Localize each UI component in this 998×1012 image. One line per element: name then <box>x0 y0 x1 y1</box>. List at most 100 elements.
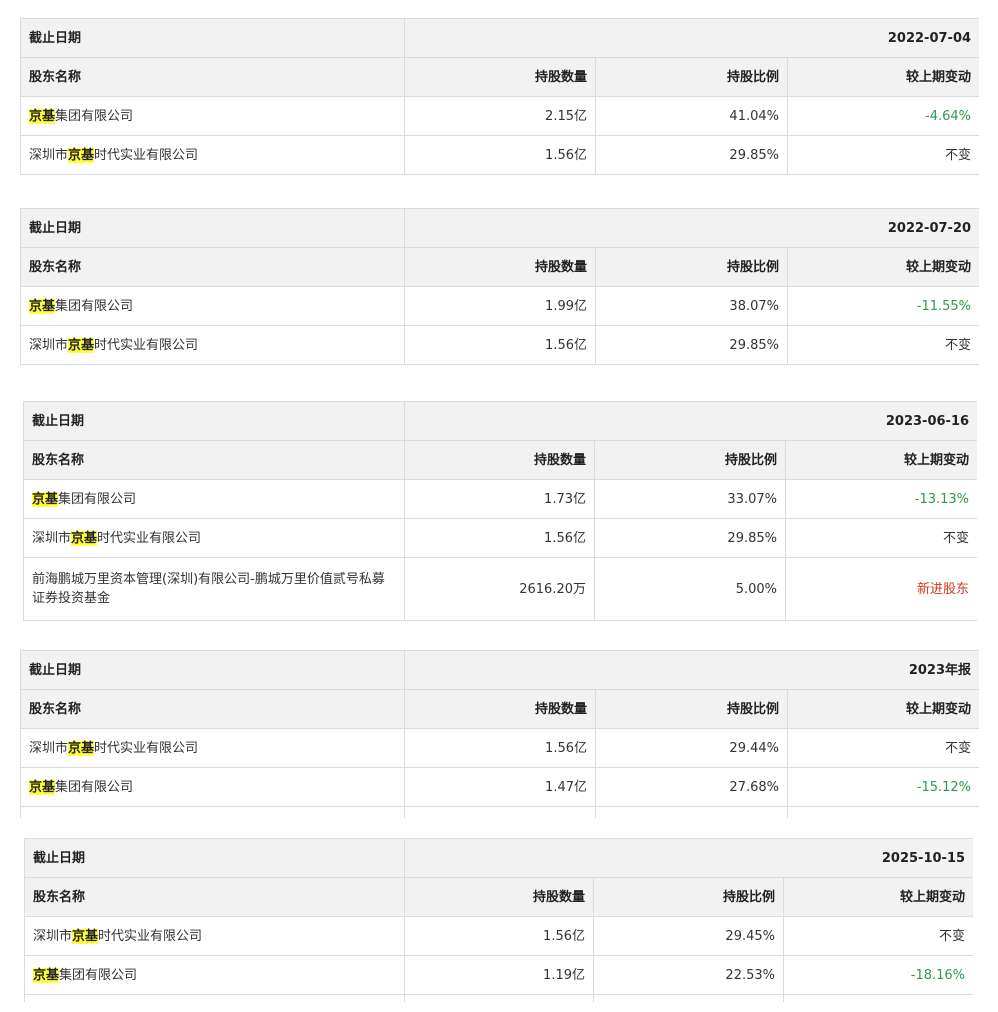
col-header-ratio: 持股比例 <box>595 57 788 97</box>
col-header-ratio: 持股比例 <box>594 440 786 480</box>
empty-cell <box>404 994 594 1002</box>
ratio-cell: 41.04% <box>595 96 788 136</box>
holder-name: 前海鹏城万里资本管理(深圳)有限公司-鹏城万里价值贰号私募证券投资基金 <box>23 557 405 621</box>
change-cell: 新进股东 <box>784 557 977 621</box>
col-header-shares: 持股数量 <box>404 247 596 287</box>
keyword-highlight: 京基 <box>71 530 98 546</box>
date-label: 截止日期 <box>20 208 405 248</box>
keyword-highlight: 京基 <box>68 337 95 353</box>
col-header-holder: 股东名称 <box>24 877 405 917</box>
shares-cell: 1.56亿 <box>404 916 594 956</box>
ratio-cell: 29.45% <box>593 916 784 956</box>
empty-cell <box>782 994 973 1002</box>
ratio-cell: 22.53% <box>593 955 784 995</box>
shareholder-table: 截止日期 2025-10-15 股东名称 持股数量 持股比例 较上期变动 深圳市… <box>24 838 973 1002</box>
holder-name: 深圳市京基时代实业有限公司 <box>20 325 405 365</box>
holder-name: 京基集团有限公司 <box>20 767 405 807</box>
date-value: 2023年报 <box>403 650 979 690</box>
keyword-highlight: 京基 <box>72 928 99 944</box>
holder-name: 京基集团有限公司 <box>20 96 405 136</box>
change-cell: 不变 <box>784 518 977 558</box>
date-label: 截止日期 <box>20 18 405 58</box>
date-label: 截止日期 <box>24 838 405 878</box>
keyword-highlight: 京基 <box>33 967 60 983</box>
col-header-change: 较上期变动 <box>786 57 979 97</box>
change-cell: -15.12% <box>786 767 979 807</box>
table-row: 深圳市京基时代实业有限公司 1.56亿 29.85% 不变 <box>20 325 979 365</box>
empty-cell <box>20 806 405 818</box>
table-row: 深圳市京基时代实业有限公司 1.56亿 29.85% 不变 <box>20 135 979 175</box>
empty-cell <box>595 806 788 818</box>
holder-name: 京基集团有限公司 <box>24 955 405 995</box>
col-header-ratio: 持股比例 <box>595 689 788 729</box>
table-row-clipped <box>24 994 973 1002</box>
ratio-cell: 29.85% <box>594 518 786 558</box>
ratio-cell: 29.44% <box>595 728 788 768</box>
holder-name: 深圳市京基时代实业有限公司 <box>20 728 405 768</box>
empty-cell <box>786 806 979 818</box>
keyword-highlight: 京基 <box>32 491 59 507</box>
holder-name: 京基集团有限公司 <box>20 286 405 326</box>
date-label: 截止日期 <box>23 401 405 441</box>
ratio-cell: 29.85% <box>595 135 788 175</box>
shares-cell: 1.47亿 <box>404 767 596 807</box>
date-label: 截止日期 <box>20 650 405 690</box>
col-header-change: 较上期变动 <box>782 877 973 917</box>
empty-cell <box>404 806 596 818</box>
table-row: 京基集团有限公司 1.73亿 33.07% -13.13% <box>23 479 977 519</box>
shares-cell: 1.19亿 <box>404 955 594 995</box>
change-cell: -18.16% <box>782 955 973 995</box>
date-value: 2023-06-16 <box>403 401 977 441</box>
holder-name: 京基集团有限公司 <box>23 479 405 519</box>
shares-cell: 1.56亿 <box>404 518 595 558</box>
ratio-cell: 5.00% <box>594 557 786 621</box>
change-cell: 不变 <box>786 135 979 175</box>
shares-cell: 1.56亿 <box>404 135 596 175</box>
keyword-highlight: 京基 <box>68 147 95 163</box>
change-cell: -11.55% <box>786 286 979 326</box>
date-value: 2022-07-20 <box>403 208 979 248</box>
col-header-change: 较上期变动 <box>784 440 977 480</box>
empty-cell <box>593 994 784 1002</box>
keyword-highlight: 京基 <box>29 298 56 314</box>
col-header-ratio: 持股比例 <box>593 877 784 917</box>
table-row: 京基集团有限公司 2.15亿 41.04% -4.64% <box>20 96 979 136</box>
table-row: 深圳市京基时代实业有限公司 1.56亿 29.44% 不变 <box>20 728 979 768</box>
change-cell: -13.13% <box>784 479 977 519</box>
change-cell: 不变 <box>786 728 979 768</box>
col-header-holder: 股东名称 <box>23 440 405 480</box>
col-header-holder: 股东名称 <box>20 689 405 729</box>
table-row-clipped <box>20 806 979 818</box>
date-value: 2022-07-04 <box>403 18 979 58</box>
table-row: 深圳市京基时代实业有限公司 1.56亿 29.85% 不变 <box>23 518 977 558</box>
change-cell: 不变 <box>782 916 973 956</box>
shareholder-table: 截止日期 2022-07-20 股东名称 持股数量 持股比例 较上期变动 京基集… <box>20 208 979 365</box>
shareholder-table: 截止日期 2023年报 股东名称 持股数量 持股比例 较上期变动 深圳市京基时代… <box>20 650 979 818</box>
col-header-shares: 持股数量 <box>404 440 595 480</box>
empty-cell <box>24 994 405 1002</box>
table-row: 深圳市京基时代实业有限公司 1.56亿 29.45% 不变 <box>24 916 973 956</box>
col-header-shares: 持股数量 <box>404 689 596 729</box>
shares-cell: 1.56亿 <box>404 325 596 365</box>
shares-cell: 1.73亿 <box>404 479 595 519</box>
col-header-holder: 股东名称 <box>20 247 405 287</box>
keyword-highlight: 京基 <box>29 779 56 795</box>
col-header-shares: 持股数量 <box>404 877 594 917</box>
keyword-highlight: 京基 <box>29 108 56 124</box>
holder-name: 深圳市京基时代实业有限公司 <box>20 135 405 175</box>
col-header-change: 较上期变动 <box>786 689 979 729</box>
holder-name: 深圳市京基时代实业有限公司 <box>23 518 405 558</box>
col-header-shares: 持股数量 <box>404 57 596 97</box>
keyword-highlight: 京基 <box>68 740 95 756</box>
col-header-holder: 股东名称 <box>20 57 405 97</box>
col-header-ratio: 持股比例 <box>595 247 788 287</box>
shares-cell: 2.15亿 <box>404 96 596 136</box>
change-cell: 不变 <box>786 325 979 365</box>
shareholder-table: 截止日期 2023-06-16 股东名称 持股数量 持股比例 较上期变动 京基集… <box>23 401 977 621</box>
ratio-cell: 38.07% <box>595 286 788 326</box>
col-header-change: 较上期变动 <box>786 247 979 287</box>
holder-name: 深圳市京基时代实业有限公司 <box>24 916 405 956</box>
table-row: 前海鹏城万里资本管理(深圳)有限公司-鹏城万里价值贰号私募证券投资基金 2616… <box>23 557 977 621</box>
shares-cell: 1.99亿 <box>404 286 596 326</box>
shares-cell: 2616.20万 <box>404 557 595 621</box>
